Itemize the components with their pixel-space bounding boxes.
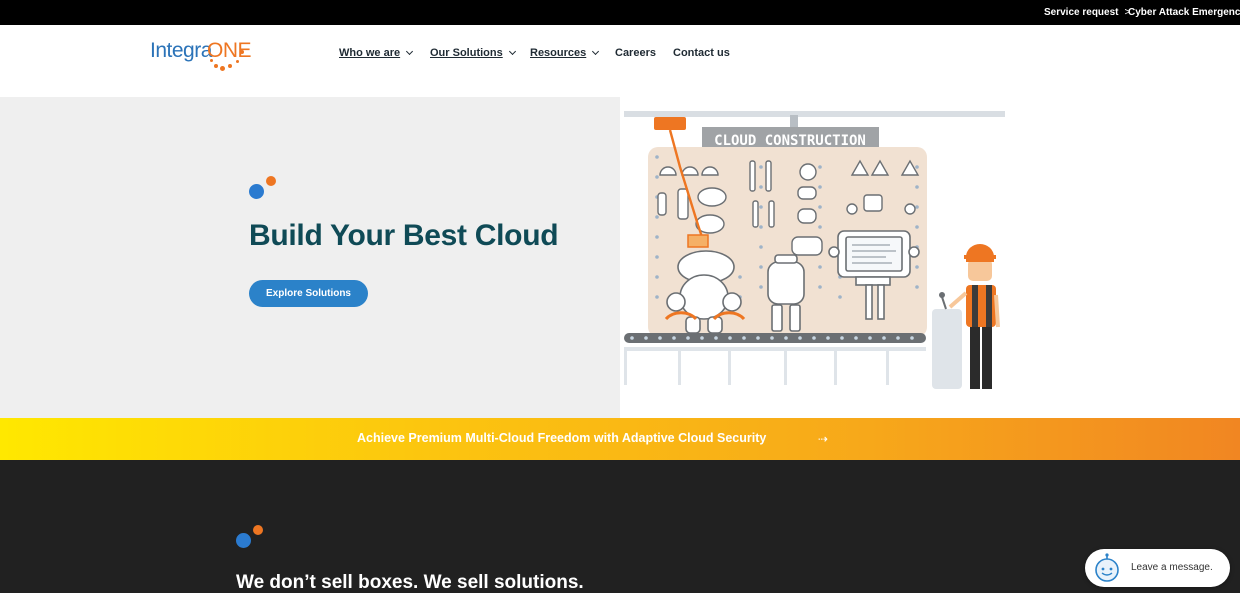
chevron-down-icon <box>592 47 600 56</box>
cloud-construction-illustration: CLOUD CONSTRUCTION <box>624 111 1005 389</box>
leave-a-message-widget[interactable]: Leave a message. <box>1085 549 1230 587</box>
nav-resources[interactable]: Resources <box>530 47 600 59</box>
chevron-down-icon <box>406 47 414 56</box>
integraone-logo[interactable]: Integra ONE <box>150 37 255 71</box>
nav-contact-us[interactable]: Contact us <box>673 47 730 59</box>
hero-panel <box>0 97 620 418</box>
utility-bar: Service request> Cyber Attack Emergency> <box>0 0 1240 25</box>
arrow-right-icon[interactable]: ⇢ <box>818 432 828 446</box>
nav-our-solutions[interactable]: Our Solutions <box>430 47 516 59</box>
promo-banner[interactable]: Achieve Premium Multi-Cloud Freedom with… <box>0 418 1240 460</box>
explore-solutions-button[interactable]: Explore Solutions <box>249 280 368 307</box>
nav-careers[interactable]: Careers <box>615 47 656 59</box>
promo-banner-text[interactable]: Achieve Premium Multi-Cloud Freedom with… <box>357 431 766 445</box>
hero-illustration-panel: CLOUD CONSTRUCTION <box>620 97 1240 418</box>
site-header: Integra ONE Who we are Our Solutions Res… <box>0 25 1240 97</box>
hero-title: Build Your Best Cloud <box>249 219 559 252</box>
service-request-link[interactable]: Service request > <box>1044 7 1130 18</box>
chat-robot-icon <box>1095 553 1119 582</box>
nav-who-we-are[interactable]: Who we are <box>339 47 414 59</box>
chevron-down-icon <box>508 47 516 56</box>
chat-label: Leave a message. <box>1131 562 1213 573</box>
cyber-attack-emergency-link[interactable]: Cyber Attack Emergency> <box>1128 7 1240 18</box>
section-title: We don’t sell boxes. We sell solutions. <box>236 572 584 593</box>
cloud-construction-sign: CLOUD CONSTRUCTION <box>714 133 866 149</box>
solutions-section: We don’t sell boxes. We sell solutions. <box>0 460 1240 593</box>
